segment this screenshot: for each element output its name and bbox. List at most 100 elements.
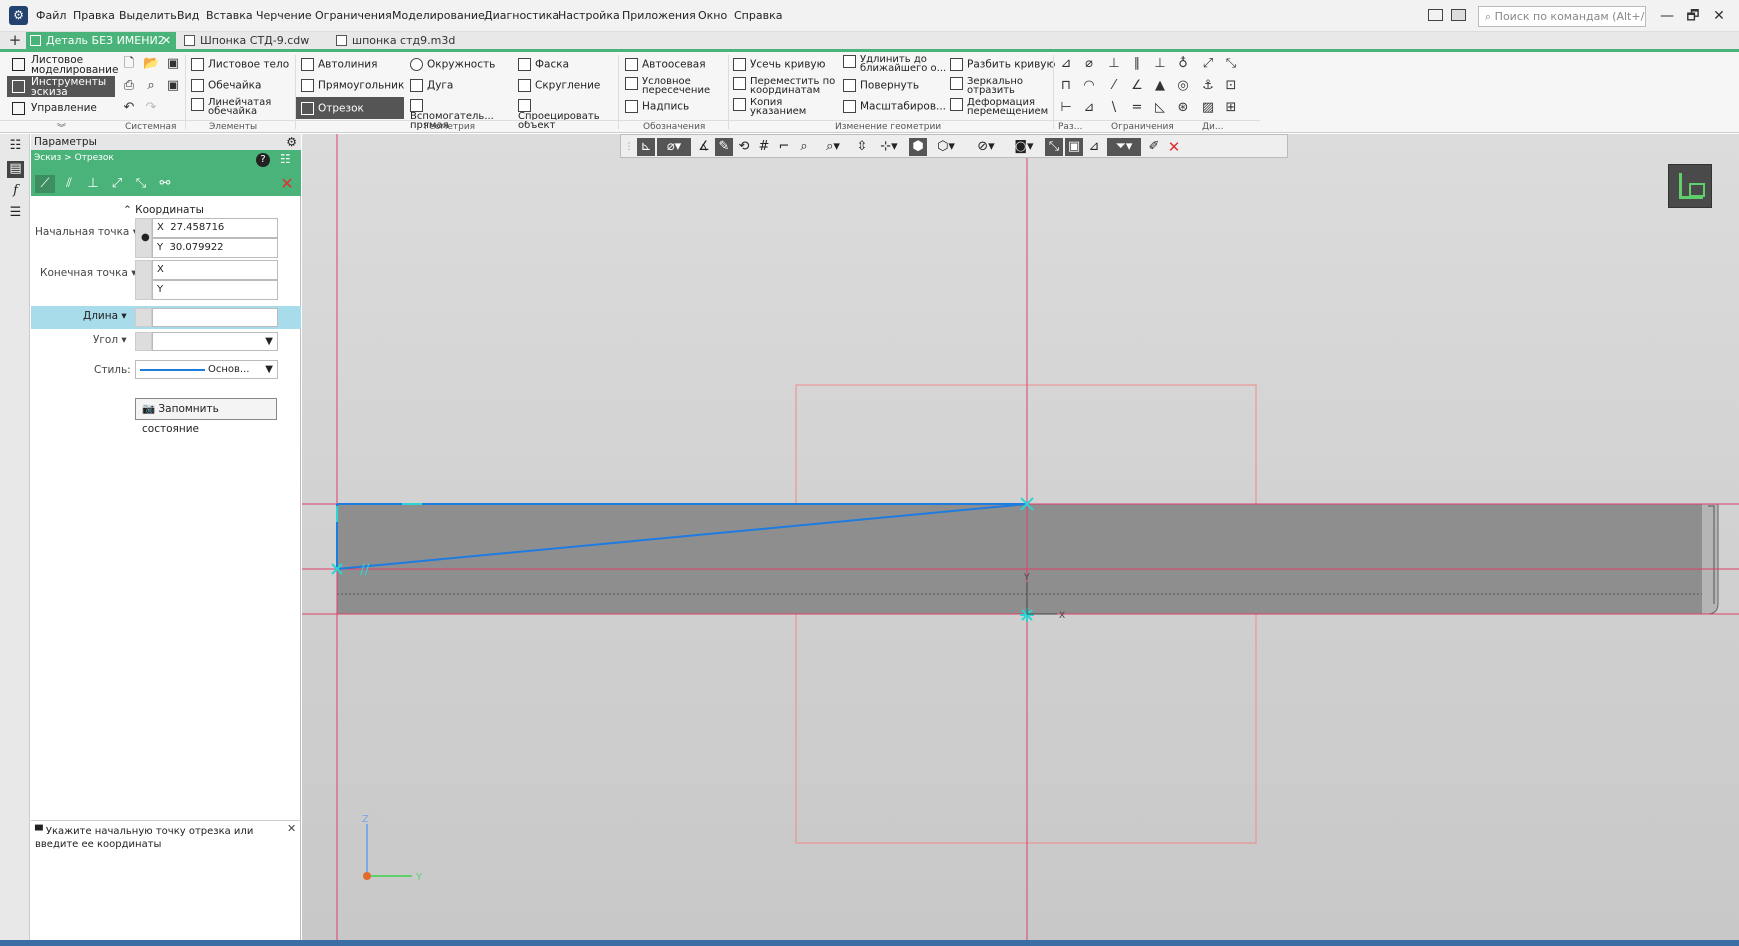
zoom-dropdown-icon[interactable]: ⌕▾	[817, 138, 849, 156]
redo-icon[interactable]: ↷	[143, 100, 159, 116]
tree-icon[interactable]: ☷	[7, 138, 24, 155]
camera-dropdown-icon[interactable]: ◙▾	[1007, 138, 1041, 156]
end-x-field[interactable]: X	[152, 260, 278, 280]
length-lock[interactable]	[135, 308, 152, 327]
start-y-field[interactable]: Y 30.079922	[152, 238, 278, 258]
tab-detail-unnamed[interactable]: Деталь БЕЗ ИМЕНИ2 ✕	[26, 32, 176, 49]
dim-arc-icon[interactable]: ◠	[1081, 78, 1097, 94]
mode-management[interactable]: Управление	[7, 98, 115, 119]
collapse-ribbon-icon[interactable]: ︾	[57, 121, 66, 134]
app-logo-icon[interactable]: ⚙	[9, 6, 28, 25]
autoline-button[interactable]: Автолиния	[301, 58, 377, 71]
show-constraints-icon[interactable]: ⊡	[1223, 78, 1239, 94]
menu-settings[interactable]: Настройка	[558, 9, 620, 22]
chamfer-button[interactable]: Фаска	[518, 58, 569, 71]
segment-mode-tangent-two-icon[interactable]: ⤡	[131, 175, 151, 193]
open-file-icon[interactable]: 📂	[143, 56, 159, 72]
segment-button[interactable]: Отрезок	[296, 97, 404, 119]
menu-constraints[interactable]: Ограничения	[315, 9, 392, 22]
fix-point-icon[interactable]: ⊥	[1106, 56, 1122, 72]
deform-button[interactable]: Деформация перемещением	[950, 98, 1050, 117]
sheet-body-button[interactable]: Листовое тело	[191, 58, 289, 71]
length-field[interactable]	[152, 308, 278, 327]
copy-button[interactable]: Копия указанием	[733, 98, 833, 117]
tangent-icon[interactable]: ♁	[1175, 56, 1191, 72]
start-point-picker[interactable]: ●	[135, 218, 152, 258]
measure-icon[interactable]: ⊿	[1085, 138, 1103, 156]
new-file-icon[interactable]: 🗋	[121, 56, 137, 72]
menu-modeling[interactable]: Моделирование	[392, 9, 485, 22]
trim-curve-button[interactable]: Усечь кривую	[733, 58, 825, 71]
label-button[interactable]: Надпись	[625, 100, 689, 113]
dim-angle-icon[interactable]: ⊿	[1081, 100, 1097, 116]
close-hint-icon[interactable]: ✕	[287, 822, 296, 835]
menu-help[interactable]: Справка	[734, 9, 782, 22]
restore-button[interactable]: 🗗	[1682, 5, 1704, 27]
undo-icon[interactable]: ↶	[121, 100, 137, 116]
filter-dropdown-icon[interactable]: ⏷▾	[1107, 138, 1141, 156]
snap-dropdown-icon[interactable]: ⌀▾	[657, 138, 691, 156]
new-document-button[interactable]: +	[8, 32, 22, 49]
axes-dropdown-icon[interactable]: ⊹▾	[873, 138, 905, 156]
cube-view-icon[interactable]: ⬢	[909, 138, 927, 156]
close-tab-icon[interactable]: ✕	[162, 32, 171, 49]
menu-file[interactable]: Файл	[36, 9, 66, 22]
fix-icon[interactable]: ⚓	[1200, 78, 1216, 94]
print-icon[interactable]: ⎙	[121, 78, 137, 94]
minimize-button[interactable]: —	[1656, 5, 1678, 27]
dimension-icon[interactable]: ⊿	[1058, 56, 1074, 72]
toolbar-grip[interactable]: ⋮	[623, 138, 635, 156]
start-x-field[interactable]: X 27.458716	[152, 218, 278, 238]
draw-icon[interactable]: ✎	[715, 138, 733, 156]
parameters-icon[interactable]: ▤	[7, 161, 24, 178]
section-view-icon[interactable]: ▣	[1065, 138, 1083, 156]
settings-gear-icon[interactable]: ⚙	[286, 134, 297, 150]
layout-icon[interactable]	[1428, 9, 1443, 21]
screenshot-icon[interactable]	[1451, 9, 1466, 21]
pick-icon[interactable]: ✐	[1145, 138, 1163, 156]
angle-field[interactable]: ▼	[152, 332, 278, 351]
menu-insert[interactable]: Вставка	[206, 9, 253, 22]
mirror-button[interactable]: Зеркально отразить	[950, 77, 1050, 96]
command-search-input[interactable]: ⌕ Поиск по командам (Alt+/)	[1478, 6, 1646, 27]
symmetry-icon[interactable]: ▲	[1152, 78, 1168, 94]
split-curve-button[interactable]: Разбить кривую	[950, 58, 1055, 71]
sketch-toggle-icon[interactable]: ⊾	[637, 138, 655, 156]
diag-extra-icon[interactable]: ⊞	[1223, 100, 1239, 116]
layers-icon[interactable]: ☰	[7, 205, 24, 222]
angle-snap-icon[interactable]: ∡	[695, 138, 713, 156]
close-window-button[interactable]: ✕	[1708, 5, 1730, 27]
ortho-icon[interactable]: ⌐	[775, 138, 793, 156]
menu-window[interactable]: Окно	[698, 9, 727, 22]
tab-shponka-m3d[interactable]: шпонка стд9.m3d	[332, 32, 482, 49]
menu-diagnostics[interactable]: Диагностика	[484, 9, 559, 22]
conditional-intersection-button[interactable]: Условное пересечение	[625, 77, 717, 96]
perpendicular-icon[interactable]: ⊥	[1152, 56, 1168, 72]
orientation-icon[interactable]: ⇳	[853, 138, 871, 156]
end-point-picker[interactable]	[135, 260, 152, 300]
shell-button[interactable]: Обечайка	[191, 79, 261, 92]
style-select[interactable]: Основ... ▼	[135, 360, 278, 379]
menu-applications[interactable]: Приложения	[622, 9, 696, 22]
hide-dropdown-icon[interactable]: ⊘▾	[969, 138, 1003, 156]
auto-axis-button[interactable]: Автоосевая	[625, 58, 706, 71]
tab-shponka-cdw[interactable]: Шпонка СТД-9.cdw	[180, 32, 330, 49]
section-coordinates[interactable]: ⌃ Координаты	[123, 204, 204, 216]
parallel-icon[interactable]: ∥	[1129, 56, 1145, 72]
sketch-mode-indicator-icon[interactable]	[1668, 164, 1712, 208]
segment-mode-perpendicular-icon[interactable]: ⊥	[83, 175, 103, 193]
angle-label[interactable]: Угол ▾	[93, 334, 127, 346]
extend-button[interactable]: Удлинить до ближайшего о...	[843, 55, 948, 74]
grid-icon[interactable]: #	[755, 138, 773, 156]
vertical-icon[interactable]: \	[1106, 100, 1122, 116]
save-icon[interactable]: ▣	[165, 56, 181, 72]
ruled-shell-button[interactable]: Линейчатая обечайка	[191, 98, 283, 117]
angle-constraint-icon[interactable]: ◺	[1152, 100, 1168, 116]
menu-drawing[interactable]: Черчение	[256, 9, 312, 22]
merge-points-icon[interactable]: ⊛	[1175, 100, 1191, 116]
end-y-field[interactable]: Y	[152, 280, 278, 300]
segment-mode-parallel-icon[interactable]: ⫽	[59, 175, 79, 193]
fillet-button[interactable]: Скругление	[518, 79, 600, 92]
preview-icon[interactable]: ⌕	[143, 78, 159, 94]
mode-sketch-tools[interactable]: Инструменты эскиза	[7, 76, 115, 97]
